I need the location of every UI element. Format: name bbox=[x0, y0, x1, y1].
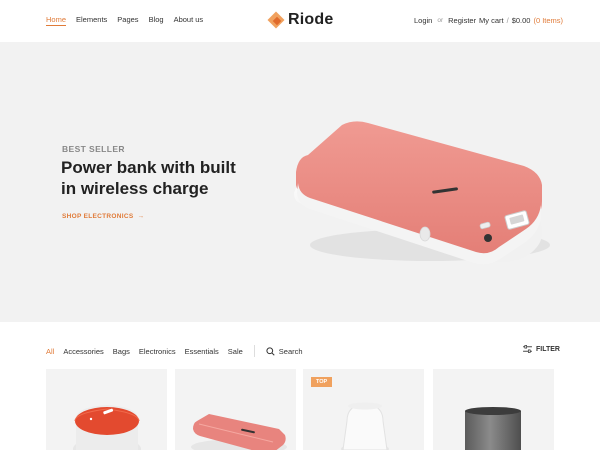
product-card-smart-speaker[interactable]: TOP bbox=[303, 369, 424, 450]
cart-label: My cart bbox=[479, 16, 504, 25]
filter-bags[interactable]: Bags bbox=[113, 347, 130, 356]
main-nav: Home Elements Pages Blog About us bbox=[46, 15, 203, 26]
filter-accessories[interactable]: Accessories bbox=[63, 347, 103, 356]
account-links: Login or Register bbox=[414, 16, 476, 25]
filter-sale[interactable]: Sale bbox=[228, 347, 243, 356]
product-image-cylinder-speaker bbox=[465, 407, 521, 450]
cart-summary[interactable]: My cart / $0.00 (0 Items) bbox=[479, 16, 563, 25]
nav-item-about[interactable]: About us bbox=[174, 15, 204, 26]
arrow-right-icon: → bbox=[137, 213, 145, 220]
hero-title: Power bank with built in wireless charge bbox=[61, 158, 236, 198]
filter-label: FILTER bbox=[536, 345, 560, 353]
logo-text: Riode bbox=[288, 11, 334, 28]
search-label: Search bbox=[278, 346, 303, 356]
shop-electronics-label: SHOP ELECTRONICS bbox=[62, 213, 134, 220]
filter-button[interactable]: FILTER bbox=[523, 345, 560, 353]
hero-banner: BEST SELLER Power bank with built in wir… bbox=[0, 42, 600, 322]
category-filters: All Accessories Bags Electronics Essenti… bbox=[46, 345, 303, 357]
site-logo[interactable]: Riode bbox=[267, 11, 334, 29]
product-image-power-bank bbox=[191, 414, 287, 450]
account-separator: or bbox=[437, 17, 444, 24]
filter-all[interactable]: All bbox=[46, 347, 54, 356]
product-card-speaker[interactable] bbox=[46, 369, 167, 450]
filter-essentials[interactable]: Essentials bbox=[185, 347, 219, 356]
register-link[interactable]: Register bbox=[448, 16, 476, 25]
product-search[interactable]: Search bbox=[266, 347, 303, 356]
cart-items-count: (0 Items) bbox=[533, 16, 564, 25]
cart-slash: / bbox=[506, 16, 509, 25]
power-bank-image bbox=[294, 121, 550, 265]
nav-item-pages[interactable]: Pages bbox=[117, 15, 138, 26]
filter-electronics[interactable]: Electronics bbox=[139, 347, 176, 356]
product-image-speaker bbox=[73, 405, 141, 450]
search-icon bbox=[266, 346, 275, 356]
product-card-power-bank[interactable] bbox=[175, 369, 296, 450]
shop-electronics-link[interactable]: SHOP ELECTRONICS → bbox=[62, 213, 144, 220]
filter-divider bbox=[253, 345, 255, 357]
site-header: Home Elements Pages Blog About us Riode … bbox=[0, 0, 600, 42]
sliders-icon bbox=[523, 345, 532, 353]
cart-total: $0.00 bbox=[511, 16, 531, 25]
product-card-cylinder-speaker[interactable] bbox=[433, 369, 554, 450]
hero-eyebrow: BEST SELLER bbox=[62, 144, 125, 154]
logo-diamond-icon bbox=[267, 11, 285, 29]
login-link[interactable]: Login bbox=[414, 16, 432, 25]
nav-item-elements[interactable]: Elements bbox=[76, 15, 107, 26]
nav-item-blog[interactable]: Blog bbox=[149, 15, 164, 26]
nav-item-home[interactable]: Home bbox=[46, 15, 67, 26]
product-badge-top: TOP bbox=[311, 377, 333, 387]
